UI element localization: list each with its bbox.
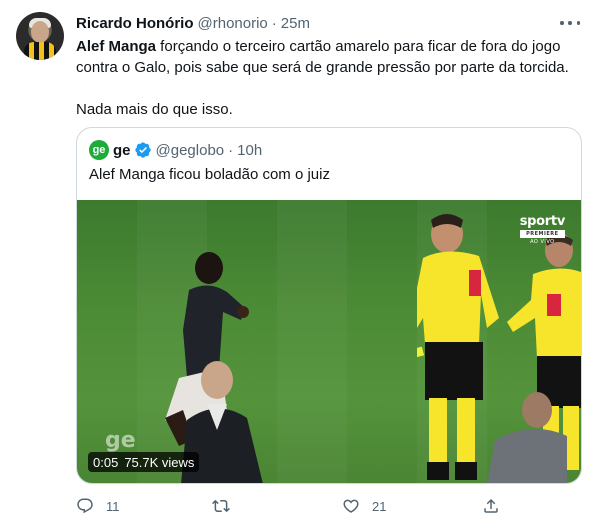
tweet[interactable]: Ricardo Honório @rhonorio · 25m Alef Man… [0, 0, 598, 527]
reply-count: 11 [106, 498, 120, 514]
reply-button[interactable]: 11 [76, 496, 120, 516]
broadcaster-tier: PREMIERE [519, 230, 565, 238]
verified-badge-icon [134, 141, 152, 159]
broadcaster-logo: sportv PREMIERE AO VIVO [519, 214, 566, 245]
separator-dot: · [271, 14, 277, 32]
author-name[interactable]: Ricardo Honório [76, 15, 194, 32]
tweet-text: Alef Manga forçando o terceiro cartão am… [76, 36, 576, 120]
reply-icon [77, 498, 93, 514]
video-info-badge: 0:05 75.7K views [88, 452, 200, 472]
tweet-header: Ricardo Honório @rhonorio · 25m [76, 13, 310, 33]
like-icon [343, 499, 359, 513]
avatar-face [31, 21, 49, 43]
ge-watermark: ge [105, 428, 136, 453]
avatar[interactable] [16, 12, 64, 60]
quoted-author-handle[interactable]: @geglobo [156, 142, 225, 159]
retweet-button[interactable] [212, 496, 242, 516]
avatar-shirt [24, 42, 56, 60]
tweet-paragraph-2: Nada mais do que isso. [76, 101, 233, 118]
pitch-stripe [277, 200, 347, 483]
more-options-icon[interactable] [560, 14, 580, 32]
tweet-text-bold: Alef Manga [76, 38, 157, 55]
broadcaster-name: sportv [519, 214, 566, 229]
staff-figure [487, 392, 567, 483]
video-views: 75.7K views [124, 454, 195, 470]
quoted-tweet-time[interactable]: 10h [237, 142, 262, 159]
quoted-tweet[interactable]: ge ge @geglobo · 10h Alef Manga ficou bo… [76, 127, 582, 484]
retweet-icon [212, 499, 230, 513]
author-handle[interactable]: @rhonorio [198, 15, 268, 32]
quoted-tweet-text: Alef Manga ficou boladão com o juiz [89, 166, 330, 183]
separator-dot: · [228, 141, 234, 159]
share-icon [484, 498, 498, 513]
share-button[interactable] [482, 496, 500, 516]
ge-avatar[interactable]: ge [89, 140, 109, 160]
video-duration: 0:05 [93, 454, 119, 470]
video-player[interactable]: sportv PREMIERE AO VIVO ge 0:05 75.7K vi… [77, 200, 581, 483]
broadcaster-live: AO VIVO [530, 239, 555, 245]
like-count: 21 [372, 498, 387, 514]
like-button[interactable]: 21 [342, 496, 386, 516]
tweet-actions: 11 21 [76, 496, 506, 516]
quoted-author-name[interactable]: ge [113, 142, 131, 159]
tweet-paragraph-1: Alef Manga forçando o terceiro cartão am… [76, 36, 576, 78]
tweet-time[interactable]: 25m [281, 15, 310, 32]
quoted-tweet-header: ge ge @geglobo · 10h [89, 139, 262, 161]
